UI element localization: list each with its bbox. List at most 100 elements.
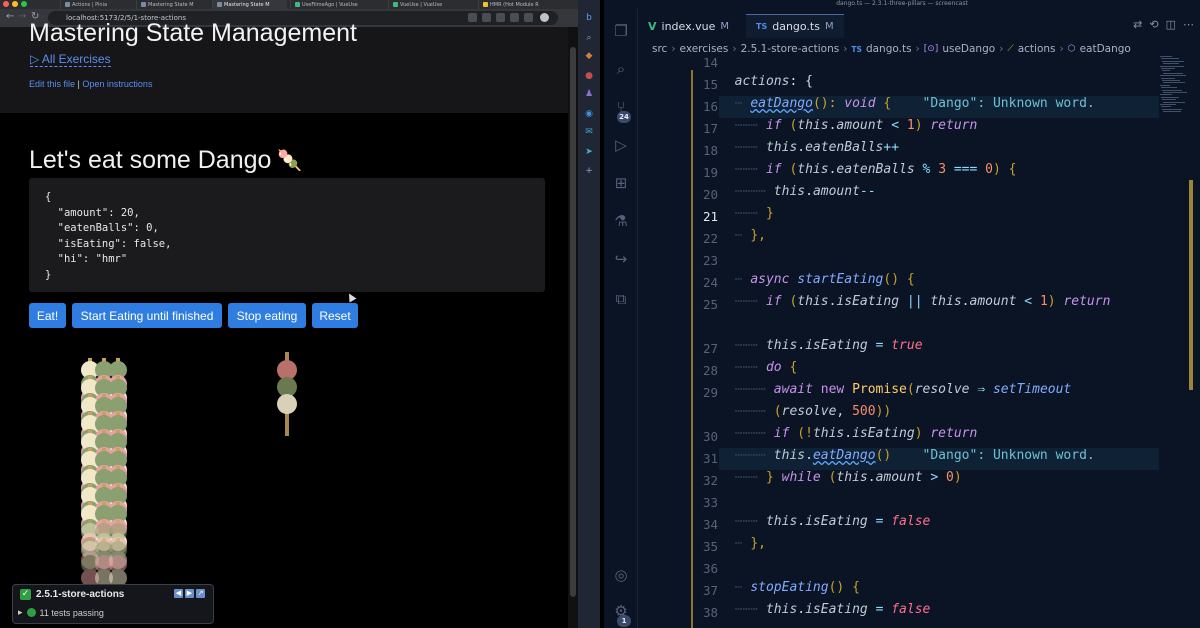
- maximize-window-button[interactable]: [21, 1, 27, 7]
- test-expand-icon[interactable]: ↗: [196, 589, 205, 598]
- more-actions-icon[interactable]: ⋯: [1183, 18, 1194, 31]
- games-icon[interactable]: ♟: [583, 88, 595, 100]
- profile-avatar[interactable]: [540, 13, 549, 22]
- add-icon[interactable]: +: [583, 165, 595, 177]
- extensions-icon[interactable]: ⊞: [612, 174, 630, 192]
- minimap-line: [1162, 89, 1182, 91]
- extension-icon[interactable]: [524, 13, 533, 22]
- minimap-line: [1161, 58, 1179, 60]
- tab-label: UseFilmeAgo | VueUse: [302, 1, 358, 8]
- explorer-icon[interactable]: ❐: [612, 22, 630, 40]
- minimap-line: [1161, 68, 1175, 69]
- docker-icon[interactable]: ⧉: [612, 290, 630, 308]
- tab-dango-ts[interactable]: TS dango.ts M: [746, 14, 844, 38]
- line-number: 36: [702, 561, 718, 576]
- all-exercises-link[interactable]: ▷ All Exercises: [30, 52, 111, 67]
- extension-icon[interactable]: [482, 13, 491, 22]
- search-icon[interactable]: ⌕: [612, 60, 630, 78]
- tools-icon[interactable]: ●: [583, 70, 595, 82]
- page-scrollbar[interactable]: [568, 27, 578, 628]
- minimap-line: [1161, 106, 1171, 108]
- minimap-line: [1160, 75, 1186, 77]
- browser-tab[interactable]: VueUse | VueUse: [388, 0, 463, 9]
- bing-icon[interactable]: b: [583, 12, 595, 24]
- eat-button[interactable]: Eat!: [29, 303, 66, 328]
- tab-index-vue[interactable]: V index.vue M: [638, 14, 739, 38]
- back-icon[interactable]: ←: [6, 11, 14, 22]
- shopping-icon[interactable]: ◆: [583, 50, 595, 62]
- extension-icon[interactable]: [496, 13, 505, 22]
- line-number: 25: [702, 297, 718, 312]
- remote-icon[interactable]: ↪: [612, 250, 630, 268]
- window-title: dango.ts — 2.3.1-three-pillars — screenc…: [604, 0, 1200, 9]
- code-line: ⋯⋯⋯ this.isEating = false: [719, 602, 931, 617]
- split-editor-icon[interactable]: ◫: [1166, 18, 1176, 31]
- code-line: actions: {: [734, 74, 813, 89]
- testing-icon[interactable]: ⚗: [612, 212, 630, 230]
- browser-side-panel: b ⌕ ◆ ● ♟ ◉ ✉ ➤ +: [578, 0, 600, 628]
- line-number: 15: [702, 77, 718, 92]
- minimize-window-button[interactable]: [12, 1, 18, 7]
- breadcrumb-item[interactable]: dango.ts: [866, 43, 912, 55]
- code-editor[interactable]: actions: { ⋯ eatDango(): void { "Dango":…: [719, 56, 1159, 628]
- typescript-file-icon: TS: [851, 44, 862, 54]
- minimap-line: [1161, 77, 1175, 79]
- office-icon[interactable]: ◉: [583, 108, 595, 120]
- start-eating-button[interactable]: Start Eating until finished: [72, 303, 222, 328]
- code-line: ⋯⋯⋯⋯ this.eatDango() "Dango": Unknown wo…: [719, 448, 1159, 470]
- page-scrollbar-thumb[interactable]: [570, 47, 576, 597]
- open-instructions-link[interactable]: Open instructions: [82, 79, 152, 89]
- run-debug-icon[interactable]: ▷: [612, 136, 630, 154]
- send-icon[interactable]: ➤: [583, 146, 595, 158]
- test-rewind-icon[interactable]: ◀: [174, 589, 183, 598]
- editor-scrollbar[interactable]: [1189, 180, 1193, 390]
- activity-bar: ❐ ⌕ ⑂ 24 ▷ ⊞ ⚗ ↪ ⧉ ◎ ⚙ 1: [604, 0, 638, 628]
- property-symbol-icon: ⟋: [1007, 44, 1014, 54]
- code-line: ⋯⋯⋯⋯ this.amount--: [719, 184, 876, 199]
- outlook-icon[interactable]: ✉: [583, 126, 595, 138]
- breadcrumb-item[interactable]: useDango: [942, 43, 995, 55]
- browser-tab[interactable]: Actions | Pinia: [60, 0, 135, 9]
- link-separator: |: [77, 79, 80, 89]
- extension-icon[interactable]: [510, 13, 519, 22]
- stop-eating-button[interactable]: Stop eating: [228, 303, 306, 328]
- forward-icon[interactable]: →: [18, 11, 26, 22]
- test-play-icon[interactable]: ▶: [185, 589, 194, 598]
- breadcrumb-item[interactable]: actions: [1018, 43, 1056, 55]
- tab-label: dango.ts: [772, 20, 820, 33]
- breadcrumb-item[interactable]: eatDango: [1080, 43, 1131, 55]
- pass-status-icon: [26, 608, 36, 617]
- dango-skewer: [109, 538, 127, 587]
- test-status-panel[interactable]: ✓ 2.5.1-store-actions ◀ ▶ ↗ ▸ 11 tests p…: [12, 584, 214, 624]
- accounts-icon[interactable]: ◎: [612, 566, 630, 584]
- reset-button[interactable]: Reset: [312, 303, 358, 328]
- browser-tab[interactable]: Mastering State M: [136, 0, 211, 9]
- line-number: 18: [702, 143, 718, 158]
- line-number: 30: [702, 429, 718, 444]
- open-changes-icon[interactable]: ⟲: [1149, 18, 1158, 31]
- browser-tab-bar: Actions | Pinia Mastering State M Master…: [0, 0, 578, 9]
- extension-icon[interactable]: [468, 13, 477, 22]
- function-symbol-icon: [⊙]: [923, 44, 939, 54]
- minimap-line: [1160, 65, 1184, 67]
- search-icon[interactable]: ⌕: [583, 32, 595, 44]
- compare-changes-icon[interactable]: ⇄: [1133, 18, 1142, 31]
- tab-label: Mastering State M: [148, 1, 194, 8]
- tab-label: Mastering State M: [224, 1, 270, 8]
- minimap-line: [1162, 70, 1170, 72]
- browser-tab-active[interactable]: Mastering State M: [212, 0, 287, 9]
- edit-file-link[interactable]: Edit this file: [29, 79, 75, 89]
- test-result-row[interactable]: ▸ 11 tests passing: [18, 607, 104, 618]
- close-window-button[interactable]: [3, 1, 9, 7]
- minimap-line: [1163, 101, 1185, 103]
- code-line: ⋯⋯⋯ do {: [719, 360, 798, 375]
- code-line: ⋯ stopEating() {: [719, 580, 860, 595]
- breadcrumb-item[interactable]: 2.5.1-store-actions: [741, 43, 840, 55]
- browser-tab[interactable]: UseFilmeAgo | VueUse: [290, 0, 365, 9]
- code-line: ⋯ },: [719, 536, 766, 551]
- minimap[interactable]: [1160, 56, 1188, 116]
- line-number: [638, 404, 718, 426]
- browser-tab[interactable]: HMR (Hot Module R: [478, 0, 553, 9]
- chevron-right-icon: ›: [915, 43, 920, 55]
- settings-badge: 1: [617, 615, 631, 627]
